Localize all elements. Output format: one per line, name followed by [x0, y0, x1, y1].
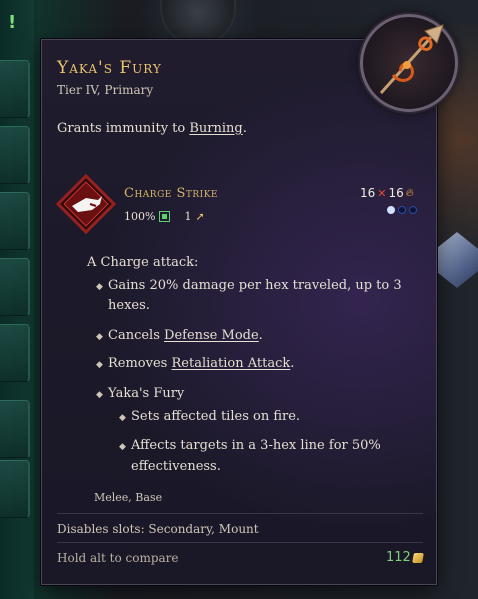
fury-sub-fire: Sets affected tiles on fire.: [131, 409, 301, 424]
side-slot[interactable]: [0, 192, 30, 250]
accuracy-value: 100%: [124, 210, 156, 223]
item-title: Yaka's Fury: [57, 58, 162, 78]
bullet-removes: Removes Retaliation Attack.: [108, 354, 294, 374]
physical-damage-icon: ✕: [377, 186, 387, 200]
alert-icon[interactable]: !: [8, 12, 16, 33]
disabled-slots: Disables slots: Secondary, Mount: [57, 522, 259, 536]
damage-values: 16 ✕ 16 🔥︎: [360, 186, 414, 200]
bullet-icon: ◆: [119, 413, 126, 423]
pip-empty: [409, 206, 417, 214]
side-slot[interactable]: [0, 324, 30, 382]
ability-name: Charge Strike: [124, 186, 218, 201]
fury-sub-area-line1: Affects targets in a 3-hex line for 50%: [131, 438, 381, 453]
side-slot[interactable]: [0, 400, 30, 458]
fire-damage-value: 16: [388, 186, 404, 200]
side-slot[interactable]: [0, 258, 30, 316]
price-value: 112: [386, 550, 411, 565]
left-side-panel: !: [0, 0, 34, 599]
charge-pips: [387, 206, 417, 214]
pip-empty: [398, 206, 406, 214]
compare-hint: Hold alt to compare: [57, 551, 179, 565]
charge-strike-icon[interactable]: [55, 173, 117, 235]
item-price: 112: [386, 550, 424, 565]
action-point-value: 1: [184, 210, 192, 223]
accuracy-icon: [159, 211, 171, 222]
side-slot[interactable]: [0, 60, 30, 118]
bullet-icon: ◆: [96, 282, 103, 292]
side-slot[interactable]: [0, 460, 30, 518]
bullet-gains-line1: Gains 20% damage per hex traveled, up to…: [108, 278, 402, 293]
retaliation-attack-link[interactable]: Retaliation Attack: [171, 356, 290, 371]
pip-filled: [387, 206, 395, 214]
fury-sub-area-line2: effectiveness.: [131, 459, 221, 474]
burning-link[interactable]: Burning: [189, 121, 242, 136]
description-text: Grants immunity to: [57, 121, 190, 136]
bullet-fury-title: Yaka's Fury: [108, 386, 185, 401]
bullet-icon: ◆: [119, 442, 126, 452]
action-point-icon: ➚: [195, 210, 205, 223]
item-tier: Tier IV, Primary: [57, 83, 154, 97]
bullet-icon: ◆: [96, 332, 103, 342]
cancels-text: Cancels: [108, 328, 165, 343]
physical-damage-value: 16: [360, 186, 376, 200]
cancels-end: .: [258, 328, 263, 343]
divider: [57, 513, 423, 514]
bullet-icon: ◆: [96, 390, 103, 400]
ability-stats: 100% 1 ➚: [124, 210, 205, 223]
item-description: Grants immunity to Burning.: [57, 121, 247, 136]
bullet-cancels: Cancels Defense Mode.: [108, 326, 263, 346]
attack-intro: A Charge attack:: [87, 255, 199, 270]
side-slot[interactable]: [0, 126, 30, 184]
fire-damage-icon: 🔥︎: [405, 186, 414, 199]
removes-text: Removes: [108, 356, 172, 371]
bullet-icon: ◆: [96, 360, 103, 370]
defense-mode-link[interactable]: Defense Mode: [164, 328, 259, 343]
gold-coin-icon: [411, 552, 424, 563]
description-end: .: [242, 121, 247, 136]
spear-emblem-icon: [360, 14, 458, 112]
divider: [57, 542, 423, 543]
bullet-gains-line2: hexes.: [108, 298, 150, 313]
ability-tags: Melee, Base: [94, 491, 163, 504]
removes-end: .: [290, 356, 295, 371]
